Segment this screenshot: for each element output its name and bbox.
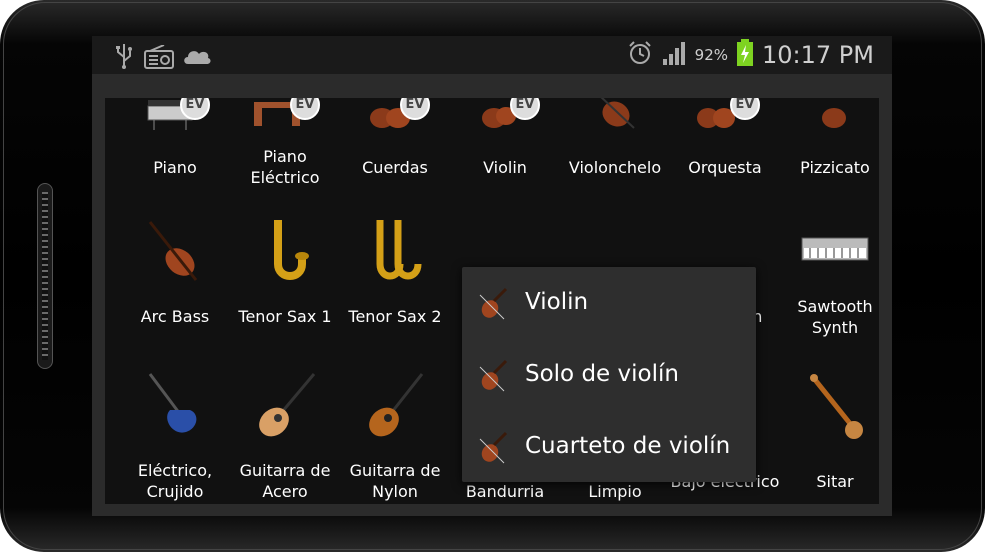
screen: 92% 10:17 PM EV Piano EV Piano Eléctrico… xyxy=(92,36,892,516)
synth-keyboard-icon xyxy=(800,216,870,286)
status-bar: 92% 10:17 PM xyxy=(92,36,892,74)
instrument-pizzicato[interactable]: Pizzicato xyxy=(780,98,879,177)
menu-item-violin-solo[interactable]: Solo de violín xyxy=(462,339,756,411)
cello-icon xyxy=(580,98,650,148)
instrument-label: Guitarra de Acero xyxy=(239,461,331,501)
instrument-label: Violonchelo xyxy=(568,158,662,177)
saxophone-icon xyxy=(250,216,320,286)
pizzicato-icon xyxy=(800,98,870,148)
instrument-electric-crunch[interactable]: Eléctrico, Crujido xyxy=(120,370,230,501)
instrument-label: Violin xyxy=(483,158,527,177)
instrument-violin[interactable]: EV Violin xyxy=(450,98,560,177)
electric-piano-icon: EV xyxy=(250,98,320,148)
signal-icon xyxy=(661,40,687,70)
instrument-electric-piano[interactable]: EV Piano Eléctrico xyxy=(230,98,340,187)
classical-guitar-icon xyxy=(360,370,430,442)
instrument-label: Eléctrico, Crujido xyxy=(137,461,213,501)
strings-icon: EV xyxy=(360,98,430,148)
menu-item-label: Solo de violín xyxy=(525,361,679,387)
saxophone-icon xyxy=(360,216,430,286)
instrument-grid: EV Piano EV Piano Eléctrico EV Cuerdas E… xyxy=(105,98,879,504)
clock: 10:17 PM xyxy=(762,41,874,69)
violin-icon: EV xyxy=(470,98,540,148)
instrument-piano[interactable]: EV Piano xyxy=(120,98,230,177)
phone-frame: 92% 10:17 PM EV Piano EV Piano Eléctrico… xyxy=(0,0,985,552)
instrument-label: Cuerdas xyxy=(362,158,428,177)
instrument-nylon-guitar[interactable]: Guitarra de Nylon xyxy=(340,370,450,501)
menu-item-label: Cuarteto de violín xyxy=(525,433,731,459)
instrument-label: Pizzicato xyxy=(800,158,870,177)
instrument-arc-bass[interactable]: Arc Bass xyxy=(120,216,230,326)
acoustic-guitar-icon xyxy=(250,370,320,442)
instrument-cello[interactable]: Violonchelo xyxy=(560,98,670,177)
sitar-icon xyxy=(800,370,870,442)
instrument-label: Piano xyxy=(153,158,197,177)
instrument-strings[interactable]: EV Cuerdas xyxy=(340,98,450,177)
menu-item-violin[interactable]: Violin xyxy=(462,267,756,339)
instrument-label: Piano Eléctrico xyxy=(250,147,320,187)
instrument-sitar[interactable]: Sitar xyxy=(780,370,879,491)
instrument-label: Tenor Sax 2 xyxy=(348,307,442,326)
violin-icon xyxy=(476,287,510,321)
instrument-steel-guitar[interactable]: Guitarra de Acero xyxy=(230,370,340,501)
instrument-tenor-sax-2[interactable]: Tenor Sax 2 xyxy=(340,216,450,326)
violin-variant-menu: Violin Solo de violín Cuarteto de violín xyxy=(462,267,756,482)
instrument-tenor-sax-1[interactable]: Tenor Sax 1 xyxy=(230,216,340,326)
instrument-label: Sawtooth Synth xyxy=(797,297,873,337)
violin-icon xyxy=(476,359,510,393)
instrument-label: Tenor Sax 1 xyxy=(238,307,332,326)
instrument-sawtooth-synth[interactable]: Sawtooth Synth xyxy=(780,216,879,337)
alarm-icon xyxy=(627,40,653,70)
radio-icon xyxy=(144,44,174,74)
status-right: 92% 10:17 PM xyxy=(627,39,874,71)
menu-item-label: Violin xyxy=(525,289,589,315)
usb-icon xyxy=(114,43,134,74)
electric-guitar-icon xyxy=(140,370,210,442)
violin-icon xyxy=(140,216,210,286)
violin-icon xyxy=(476,431,510,465)
menu-item-violin-quartet[interactable]: Cuarteto de violín xyxy=(462,411,756,483)
instrument-label: Guitarra de Nylon xyxy=(349,461,441,501)
cloud-icon xyxy=(182,46,212,70)
instrument-label: Orquesta xyxy=(688,158,762,177)
orchestra-icon: EV xyxy=(690,98,760,148)
speaker-grille xyxy=(37,183,53,369)
instrument-orchestra[interactable]: EV Orquesta xyxy=(670,98,780,177)
battery-percent: 92% xyxy=(694,46,729,64)
battery-icon xyxy=(736,39,754,71)
piano-icon: EV xyxy=(140,98,210,148)
instrument-label: Sitar xyxy=(816,472,854,491)
instrument-label: Arc Bass xyxy=(140,307,210,326)
